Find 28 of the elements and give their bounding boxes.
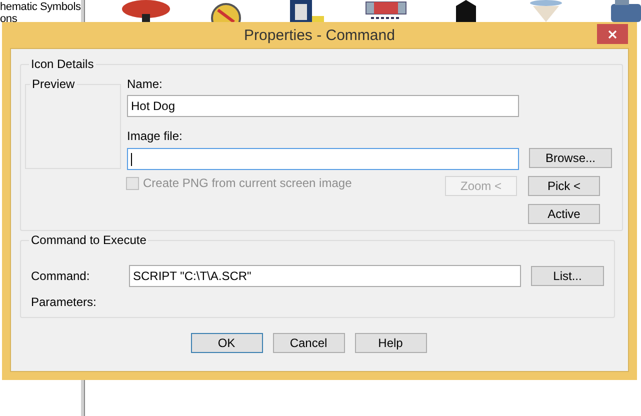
field-label: Name: [127, 77, 164, 91]
sidebar-item[interactable]: hematic Symbols [0, 1, 81, 13]
dialog-button[interactable]: Help [354, 333, 426, 353]
close-icon [608, 30, 617, 38]
checkbox-label: Create PNG from current screen image [143, 176, 352, 190]
dialog-button[interactable]: OK [190, 333, 262, 353]
field-label: Image file: [127, 129, 184, 143]
group-title: Icon Details [30, 57, 95, 71]
pick-button[interactable]: Pick < [528, 176, 600, 196]
close-button[interactable] [597, 24, 628, 44]
group-title: Command to Execute [30, 233, 148, 247]
command-field[interactable]: SCRIPT "C:\T\A.SCR" [129, 265, 521, 287]
fuse-icon [364, 0, 407, 22]
hourglass-icon [528, 0, 563, 22]
group-title: Preview [31, 77, 76, 91]
push-button-icon [120, 0, 171, 22]
dialog-button[interactable]: Cancel [272, 333, 344, 353]
sidebar-item[interactable]: ons [0, 13, 81, 25]
image-file-field[interactable] [127, 148, 519, 170]
field-label: Parameters: [31, 295, 96, 309]
dial-icon [210, 0, 242, 22]
browse-button[interactable]: Browse... [529, 148, 612, 168]
field-label: Command: [31, 269, 91, 283]
list-button[interactable]: List... [531, 266, 604, 286]
name-field[interactable]: Hot Dog [127, 95, 519, 117]
window-title: Properties - Command [244, 26, 395, 44]
active-button[interactable]: Active [528, 204, 600, 224]
motor-icon [608, 0, 641, 22]
